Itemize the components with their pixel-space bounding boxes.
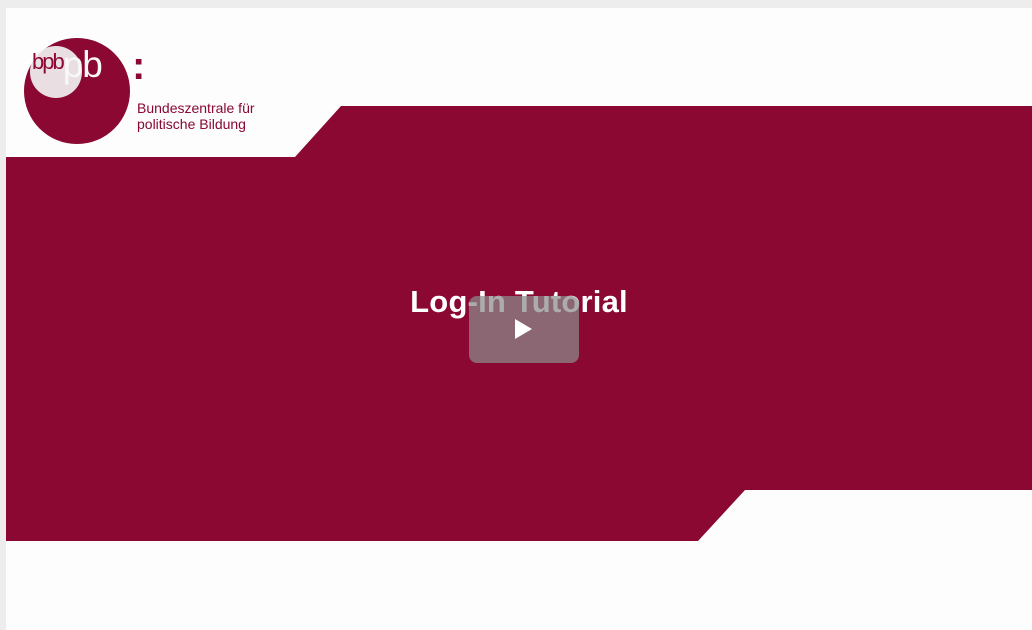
bpb-logo: bpbpb : Bundeszentrale für politische Bi…	[24, 38, 294, 153]
play-button[interactable]	[469, 296, 579, 363]
logo-wordmark: bpbpb	[32, 43, 103, 92]
video-player[interactable]: bpbpb : Bundeszentrale für politische Bi…	[6, 8, 1032, 630]
logo-wordmark-large: pb	[62, 44, 103, 85]
logo-colon: :	[132, 44, 146, 88]
logo-organization-name: Bundeszentrale für politische Bildung	[137, 100, 255, 132]
logo-line-2: politische Bildung	[137, 116, 246, 132]
play-icon	[515, 319, 532, 339]
logo-line-1: Bundeszentrale für	[137, 100, 255, 116]
logo-wordmark-small: bpb	[32, 49, 65, 74]
